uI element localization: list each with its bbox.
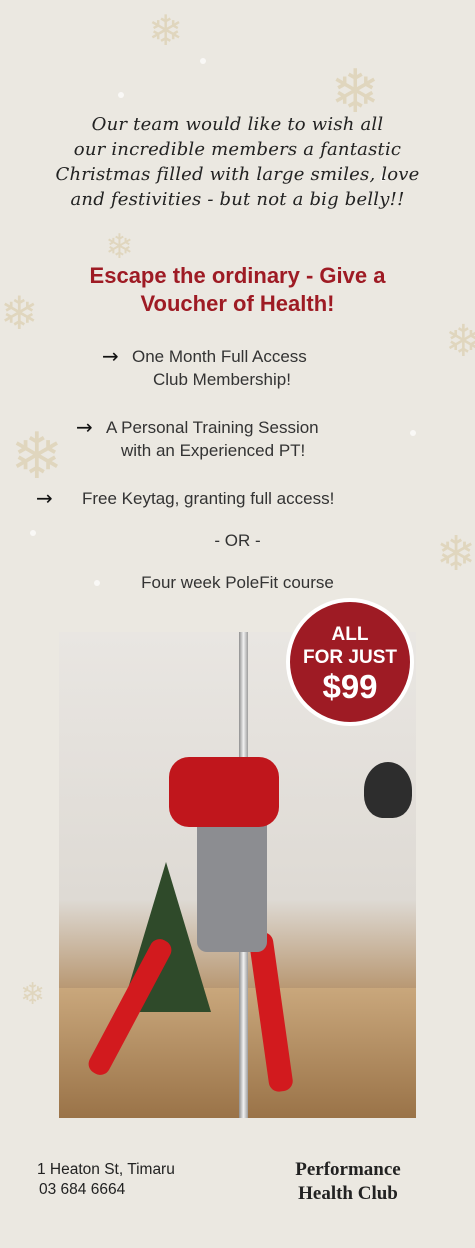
phone-number: 03 684 6664 xyxy=(39,1181,126,1198)
badge-price: $99 xyxy=(322,668,378,705)
badge-line-1: ALL xyxy=(331,624,369,645)
snow-dot xyxy=(410,430,416,436)
offer-item: One Month Full Access Club Membership! xyxy=(132,345,307,391)
dancer-cape xyxy=(169,757,279,827)
price-badge: ALL FOR JUST $99 xyxy=(286,598,414,726)
greeting-line: our incredible members a fantastic xyxy=(73,139,402,160)
offer-item: Free Keytag, granting full access! xyxy=(82,487,334,510)
headline-line-1: Escape the ordinary - Give a xyxy=(89,263,386,288)
arrow-right-icon: → xyxy=(102,344,119,368)
snowflake-icon: ❄ xyxy=(20,977,46,1012)
snowflake-icon: ❄ xyxy=(10,420,64,494)
greeting-line: Christmas filled with large smiles, love xyxy=(55,164,420,185)
brand-line-1: Performance xyxy=(295,1159,401,1180)
snowflake-icon: ❄ xyxy=(105,227,134,267)
snowflake-icon: ❄ xyxy=(445,316,475,367)
headline: Escape the ordinary - Give a Voucher of … xyxy=(0,262,475,318)
greeting-text: Our team would like to wish all our incr… xyxy=(0,112,475,212)
address: 1 Heaton St, Timaru xyxy=(37,1161,175,1178)
arrow-right-icon: → xyxy=(76,415,93,439)
offer-line: One Month Full Access xyxy=(132,347,307,366)
offer-line: Free Keytag, granting full access! xyxy=(82,489,335,508)
brand-line-2: Health Club xyxy=(298,1183,398,1204)
wall-logo-icon xyxy=(364,762,412,818)
or-divider: - OR - xyxy=(214,531,261,550)
offer-line: Club Membership! xyxy=(153,370,291,389)
offer-line: with an Experienced PT! xyxy=(121,441,306,460)
greeting-line: Our team would like to wish all xyxy=(91,114,384,135)
contact-info: 1 Heaton St, Timaru 03 684 6664 xyxy=(37,1160,175,1200)
brand-logo: Performance Health Club xyxy=(283,1158,413,1206)
snow-dot xyxy=(118,92,124,98)
offer-item: A Personal Training Session with an Expe… xyxy=(106,416,319,462)
arrow-right-icon: → xyxy=(36,486,53,510)
greeting-line: and festivities - but not a big belly!! xyxy=(70,189,405,210)
snow-dot xyxy=(200,58,206,64)
badge-line-2: FOR JUST xyxy=(303,647,397,668)
offer-line: A Personal Training Session xyxy=(106,418,319,437)
snowflake-icon: ❄ xyxy=(148,6,184,55)
headline-line-2: Voucher of Health! xyxy=(140,291,335,316)
alternative-offer: Four week PoleFit course xyxy=(141,573,334,592)
